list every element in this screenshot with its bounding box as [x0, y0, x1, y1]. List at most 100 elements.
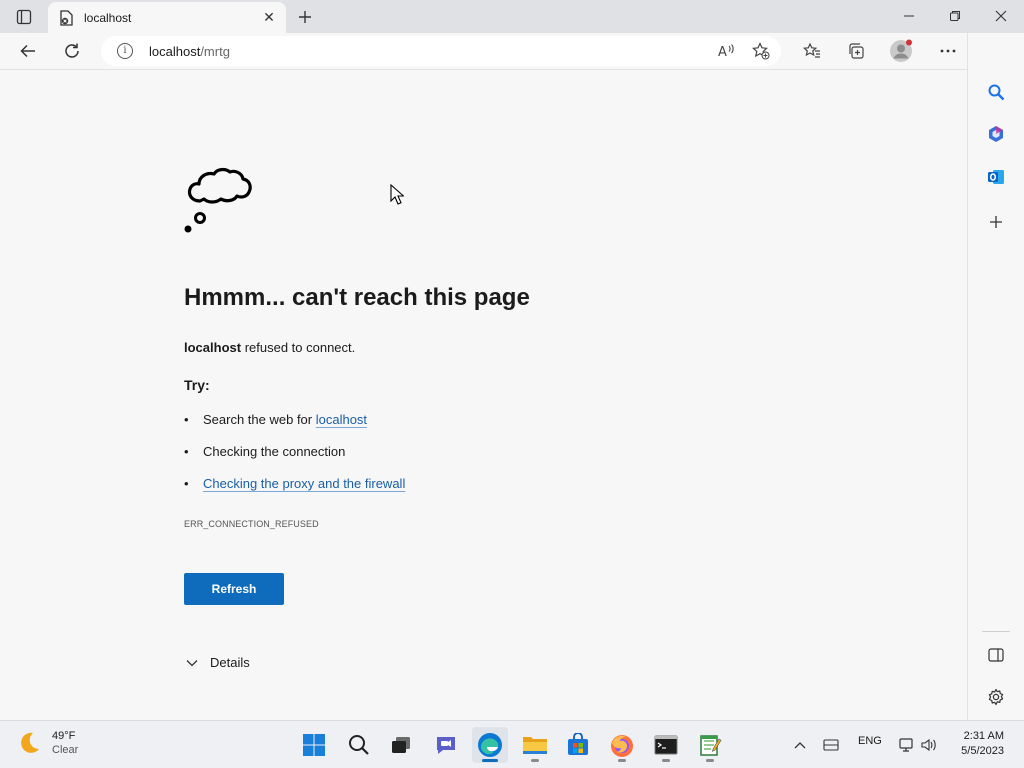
- star-add-icon: [752, 42, 770, 60]
- thought-cloud-icon: [184, 167, 252, 233]
- suggestion-connection: • Checking the connection: [184, 444, 346, 459]
- volume-icon: [921, 738, 936, 752]
- collections-button[interactable]: [841, 37, 871, 65]
- proxy-firewall-link[interactable]: Checking the proxy and the firewall: [203, 476, 405, 491]
- search-prefix: Search the web for: [203, 412, 316, 427]
- input-language[interactable]: ENG: [858, 735, 882, 747]
- more-icon: [940, 49, 956, 53]
- back-button[interactable]: [13, 37, 43, 65]
- close-window-button[interactable]: [978, 0, 1024, 32]
- tab-actions-button[interactable]: [10, 5, 38, 29]
- sidebar-settings-button[interactable]: [980, 681, 1012, 713]
- taskbar-search-button[interactable]: [341, 727, 377, 763]
- sidebar-office-button[interactable]: [980, 118, 1012, 150]
- details-label: Details: [210, 655, 250, 670]
- error-code: ERR_CONNECTION_REFUSED: [184, 519, 319, 529]
- firefox-icon: [611, 735, 633, 757]
- taskbar-store[interactable]: [560, 727, 596, 763]
- new-tab-button[interactable]: [292, 5, 318, 29]
- folder-icon: [523, 737, 547, 754]
- taskbar-edge[interactable]: [472, 727, 508, 763]
- sidebar-search-button[interactable]: [980, 76, 1012, 108]
- teams-chat-button[interactable]: [428, 727, 464, 763]
- start-button[interactable]: [296, 727, 332, 763]
- browser-tab[interactable]: localhost ✕: [48, 2, 286, 33]
- read-aloud-icon: A: [718, 44, 734, 59]
- refresh-button[interactable]: Refresh: [184, 573, 284, 605]
- taskbar-file-explorer[interactable]: [517, 727, 553, 763]
- browser-toolbar: i localhost/mrtg A: [0, 33, 1024, 70]
- read-aloud-button[interactable]: A: [711, 37, 741, 65]
- favorites-icon: [803, 42, 820, 58]
- keyboard-icon: [823, 739, 839, 751]
- restore-icon: [950, 11, 960, 21]
- details-toggle[interactable]: Details: [186, 655, 250, 670]
- host-name: localhost: [184, 340, 242, 355]
- restore-button[interactable]: [932, 0, 978, 32]
- close-tab-icon[interactable]: ✕: [258, 7, 280, 29]
- keyboard-tray-button[interactable]: [813, 727, 849, 763]
- favorites-button[interactable]: [797, 37, 827, 65]
- site-info-icon[interactable]: i: [117, 43, 133, 59]
- tab-actions-icon: [16, 9, 32, 25]
- plus-icon: [299, 11, 311, 23]
- suggestion-proxy: • Checking the proxy and the firewall: [184, 476, 406, 491]
- taskbar-notepad[interactable]: [692, 727, 728, 763]
- plus-icon: [990, 216, 1002, 228]
- running-indicator: [662, 759, 670, 762]
- gear-icon: [988, 688, 1004, 706]
- outlook-icon: [988, 170, 1004, 184]
- error-heading: Hmmm... can't reach this page: [184, 284, 530, 311]
- profile-button[interactable]: [886, 37, 916, 65]
- minimize-icon: [904, 15, 914, 17]
- clock-time: 2:31 AM: [963, 730, 1004, 742]
- sidebar-hide-button[interactable]: [980, 639, 1012, 671]
- task-view-button[interactable]: [383, 727, 419, 763]
- store-icon: [568, 733, 588, 755]
- sidebar-panel-icon: [988, 648, 1004, 662]
- connection-text: Checking the connection: [203, 444, 346, 459]
- running-indicator: [531, 759, 539, 762]
- chevron-up-icon: [794, 742, 806, 749]
- system-clock[interactable]: 2:31 AM 5/5/2023: [961, 729, 1004, 759]
- chevron-down-icon: [186, 659, 198, 666]
- notepad-icon: [700, 735, 722, 756]
- error-page: Hmmm... can't reach this page localhost …: [0, 71, 967, 720]
- add-favorite-button[interactable]: [746, 37, 776, 65]
- tab-bar: localhost ✕: [0, 0, 1024, 33]
- terminal-icon: [654, 735, 678, 755]
- sidebar-add-button[interactable]: [980, 206, 1012, 238]
- chat-icon: [437, 737, 455, 754]
- running-indicator: [706, 759, 714, 762]
- reload-button[interactable]: [57, 37, 87, 65]
- weather-condition: Clear: [52, 744, 79, 756]
- page-error-icon: [58, 9, 74, 26]
- taskbar-terminal[interactable]: [648, 727, 684, 763]
- sidebar-outlook-button[interactable]: [980, 161, 1012, 193]
- url-host: localhost: [149, 44, 201, 59]
- refused-text: refused to connect.: [241, 340, 356, 355]
- minimize-button[interactable]: [886, 0, 932, 32]
- reload-icon: [65, 43, 79, 58]
- settings-more-button[interactable]: [933, 37, 963, 65]
- address-bar[interactable]: i localhost/mrtg A: [101, 36, 781, 66]
- svg-text:A: A: [718, 45, 727, 59]
- running-indicator: [482, 759, 498, 762]
- back-arrow-icon: [20, 44, 35, 58]
- url-path: /mrtg: [200, 44, 230, 59]
- moon-icon: [21, 732, 39, 753]
- office-icon: [989, 126, 1003, 142]
- avatar-icon: [890, 39, 912, 62]
- task-view-icon: [392, 737, 410, 753]
- network-volume-button[interactable]: [890, 727, 946, 763]
- running-indicator: [618, 759, 626, 762]
- weather-widget[interactable]: 49°F Clear: [16, 729, 78, 756]
- taskbar: 49°F Clear ENG 2:31 AM 5/5/2023: [0, 720, 1024, 768]
- try-label: Try:: [184, 377, 210, 393]
- clock-date: 5/5/2023: [961, 745, 1004, 757]
- network-icon: [899, 738, 913, 752]
- collections-icon: [849, 43, 864, 59]
- weather-temperature: 49°F: [52, 730, 76, 742]
- taskbar-firefox[interactable]: [604, 727, 640, 763]
- search-localhost-link[interactable]: localhost: [316, 412, 367, 427]
